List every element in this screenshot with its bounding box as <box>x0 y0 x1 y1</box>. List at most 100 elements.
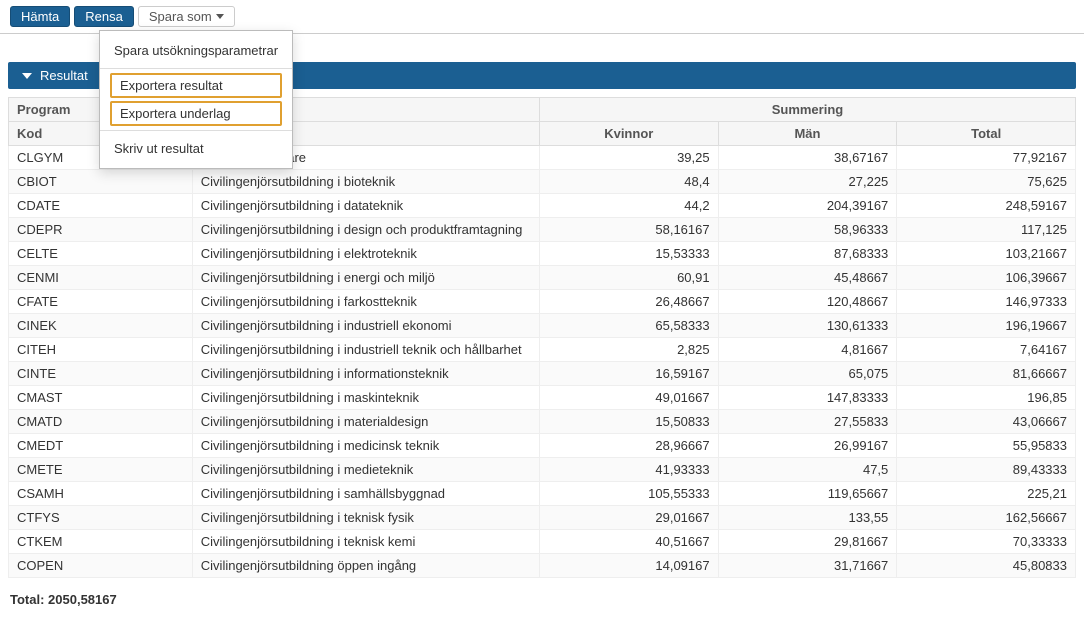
cell-name: Civilingenjörsutbildning i samhällsbyggn… <box>192 482 539 506</box>
cell-kod: CDATE <box>9 194 193 218</box>
menu-separator <box>100 130 292 131</box>
cell-name: Civilingenjörsutbildning i energi och mi… <box>192 266 539 290</box>
cell-kod: CINEK <box>9 314 193 338</box>
cell-total: 106,39667 <box>897 266 1076 290</box>
table-row: CSAMHCivilingenjörsutbildning i samhälls… <box>9 482 1076 506</box>
cell-total: 196,85 <box>897 386 1076 410</box>
cell-kod: CMETE <box>9 458 193 482</box>
cell-kod: CMATD <box>9 410 193 434</box>
table-row: CINEKCivilingenjörsutbildning i industri… <box>9 314 1076 338</box>
cell-kvinnor: 41,93333 <box>539 458 718 482</box>
menu-print-result[interactable]: Skriv ut resultat <box>100 135 292 162</box>
cell-kvinnor: 58,16167 <box>539 218 718 242</box>
cell-total: 146,97333 <box>897 290 1076 314</box>
menu-export-result[interactable]: Exportera resultat <box>110 73 282 98</box>
cell-kod: CENMI <box>9 266 193 290</box>
cell-name: Civilingenjörsutbildning i design och pr… <box>192 218 539 242</box>
section-title: Resultat <box>40 68 88 83</box>
cell-total: 225,21 <box>897 482 1076 506</box>
cell-name: Civilingenjörsutbildning i medicinsk tek… <box>192 434 539 458</box>
table-row: CENMICivilingenjörsutbildning i energi o… <box>9 266 1076 290</box>
table-row: CITEHCivilingenjörsutbildning i industri… <box>9 338 1076 362</box>
cell-kvinnor: 40,51667 <box>539 530 718 554</box>
cell-kod: CFATE <box>9 290 193 314</box>
cell-kvinnor: 49,01667 <box>539 386 718 410</box>
table-row: CFATECivilingenjörsutbildning i farkostt… <box>9 290 1076 314</box>
cell-name: Civilingenjörsutbildning i medieteknik <box>192 458 539 482</box>
menu-export-basis[interactable]: Exportera underlag <box>110 101 282 126</box>
cell-man: 120,48667 <box>718 290 897 314</box>
table-row: CMEDTCivilingenjörsutbildning i medicins… <box>9 434 1076 458</box>
grand-total: Total: 2050,58167 <box>10 592 1074 607</box>
cell-kvinnor: 65,58333 <box>539 314 718 338</box>
table-row: CMATDCivilingenjörsutbildning i material… <box>9 410 1076 434</box>
cell-name: Civilingenjörsutbildning öppen ingång <box>192 554 539 578</box>
cell-kod: CITEH <box>9 338 193 362</box>
clear-button[interactable]: Rensa <box>74 6 134 27</box>
cell-kod: CTFYS <box>9 506 193 530</box>
cell-man: 4,81667 <box>718 338 897 362</box>
cell-man: 65,075 <box>718 362 897 386</box>
cell-kod: CBIOT <box>9 170 193 194</box>
chevron-down-icon <box>22 73 32 79</box>
cell-man: 45,48667 <box>718 266 897 290</box>
cell-kod: CDEPR <box>9 218 193 242</box>
cell-man: 29,81667 <box>718 530 897 554</box>
cell-name: Civilingenjörsutbildning i industriell t… <box>192 338 539 362</box>
table-row: CMASTCivilingenjörsutbildning i maskinte… <box>9 386 1076 410</box>
header-kvinnor[interactable]: Kvinnor <box>539 122 718 146</box>
cell-name: Civilingenjörsutbildning i elektroteknik <box>192 242 539 266</box>
cell-total: 103,21667 <box>897 242 1076 266</box>
cell-kvinnor: 26,48667 <box>539 290 718 314</box>
cell-man: 130,61333 <box>718 314 897 338</box>
cell-man: 147,83333 <box>718 386 897 410</box>
toolbar: Hämta Rensa Spara som Spara utsökningspa… <box>0 0 1084 34</box>
header-summering[interactable]: Summering <box>539 98 1075 122</box>
cell-name: Civilingenjörsutbildning i maskinteknik <box>192 386 539 410</box>
fetch-button[interactable]: Hämta <box>10 6 70 27</box>
cell-kod: CMAST <box>9 386 193 410</box>
cell-man: 27,55833 <box>718 410 897 434</box>
cell-kvinnor: 60,91 <box>539 266 718 290</box>
table-row: CDEPRCivilingenjörsutbildning i design o… <box>9 218 1076 242</box>
cell-kod: CMEDT <box>9 434 193 458</box>
cell-man: 27,225 <box>718 170 897 194</box>
cell-name: Civilingenjörsutbildning i bioteknik <box>192 170 539 194</box>
cell-man: 31,71667 <box>718 554 897 578</box>
header-man[interactable]: Män <box>718 122 897 146</box>
cell-kvinnor: 39,25 <box>539 146 718 170</box>
cell-kod: CELTE <box>9 242 193 266</box>
cell-man: 26,99167 <box>718 434 897 458</box>
cell-total: 43,06667 <box>897 410 1076 434</box>
cell-kvinnor: 44,2 <box>539 194 718 218</box>
save-as-button[interactable]: Spara som <box>138 6 235 27</box>
total-label: Total: <box>10 592 44 607</box>
cell-total: 196,19667 <box>897 314 1076 338</box>
cell-kod: CINTE <box>9 362 193 386</box>
cell-name: Civilingenjörsutbildning i materialdesig… <box>192 410 539 434</box>
save-as-label: Spara som <box>149 9 212 24</box>
table-row: CBIOTCivilingenjörsutbildning i biotekni… <box>9 170 1076 194</box>
menu-save-params[interactable]: Spara utsökningsparametrar <box>100 37 292 64</box>
cell-man: 133,55 <box>718 506 897 530</box>
cell-total: 45,80833 <box>897 554 1076 578</box>
cell-man: 119,65667 <box>718 482 897 506</box>
cell-kod: CSAMH <box>9 482 193 506</box>
chevron-down-icon <box>216 14 224 19</box>
table-row: CTKEMCivilingenjörsutbildning i teknisk … <box>9 530 1076 554</box>
header-total[interactable]: Total <box>897 122 1076 146</box>
cell-name: Civilingenjörsutbildning i datateknik <box>192 194 539 218</box>
cell-kvinnor: 15,50833 <box>539 410 718 434</box>
cell-total: 89,43333 <box>897 458 1076 482</box>
cell-total: 162,56667 <box>897 506 1076 530</box>
cell-name: Civilingenjörsutbildning i teknisk fysik <box>192 506 539 530</box>
table-row: CINTECivilingenjörsutbildning i informat… <box>9 362 1076 386</box>
cell-total: 248,59167 <box>897 194 1076 218</box>
table-row: CTFYSCivilingenjörsutbildning i teknisk … <box>9 506 1076 530</box>
menu-separator <box>100 68 292 69</box>
cell-kvinnor: 14,09167 <box>539 554 718 578</box>
cell-kvinnor: 2,825 <box>539 338 718 362</box>
cell-man: 58,96333 <box>718 218 897 242</box>
cell-total: 70,33333 <box>897 530 1076 554</box>
cell-kod: CTKEM <box>9 530 193 554</box>
